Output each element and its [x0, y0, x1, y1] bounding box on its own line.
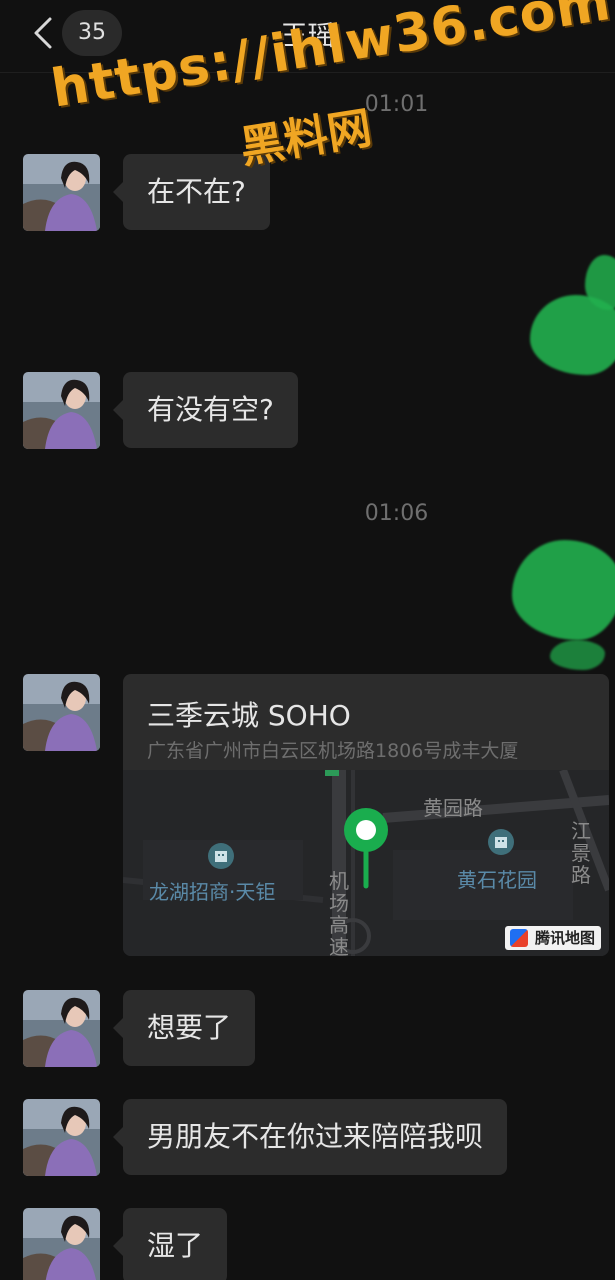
map-preview[interactable]: 黄园路 江景路 机场高速 龙湖招商·天钜 黄石花园 腾讯地图: [123, 770, 609, 956]
avatar-photo: [23, 990, 100, 1067]
avatar[interactable]: [23, 1208, 100, 1280]
map-poi-label: 龙湖招商·天钜: [149, 880, 276, 904]
avatar-photo: [23, 372, 100, 449]
building-icon: [488, 829, 514, 855]
avatar[interactable]: [23, 154, 100, 231]
avatar-photo: [23, 1208, 100, 1280]
message-bubble[interactable]: 有没有空?: [113, 372, 298, 448]
timestamp: 01:06: [364, 501, 429, 526]
avatar-photo: [23, 154, 100, 231]
avatar-photo: [23, 1099, 100, 1176]
message-bubble[interactable]: 想要了: [112, 990, 256, 1066]
building-icon: [208, 843, 234, 869]
avatar[interactable]: [23, 372, 100, 449]
green-paint-blotch: [550, 640, 605, 670]
location-name: 三季云城 SOHO: [147, 699, 351, 732]
map-road-label: 江景路: [571, 819, 591, 887]
map-attribution-label: 腾讯地图: [534, 929, 595, 947]
map-poi-label: 黄石花园: [457, 868, 537, 892]
message-bubble[interactable]: 男朋友不在你过来陪陪我呗: [112, 1099, 508, 1175]
avatar[interactable]: [23, 674, 100, 751]
map-road-label: 黄园路: [423, 796, 483, 820]
location-address: 广东省广州市白云区机场路1806号成丰大厦: [147, 740, 519, 762]
location-message-card[interactable]: 三季云城 SOHO 广东省广州市白云区机场路1806号成丰大厦 黄园路 江景路 …: [123, 674, 609, 956]
green-paint-blotch: [512, 540, 615, 640]
map-pin-icon: [344, 808, 388, 889]
avatar-photo: [23, 674, 100, 751]
avatar[interactable]: [23, 990, 100, 1067]
message-bubble[interactable]: 湿了: [112, 1208, 228, 1280]
chat-screen: 35 王瑶 01:01 在不在? 有没有空? 01:06 三季云城 SOHO 广…: [0, 0, 615, 1280]
tencent-map-logo-icon: [509, 929, 528, 947]
avatar[interactable]: [23, 1099, 100, 1176]
map-attribution: 腾讯地图: [504, 926, 601, 950]
